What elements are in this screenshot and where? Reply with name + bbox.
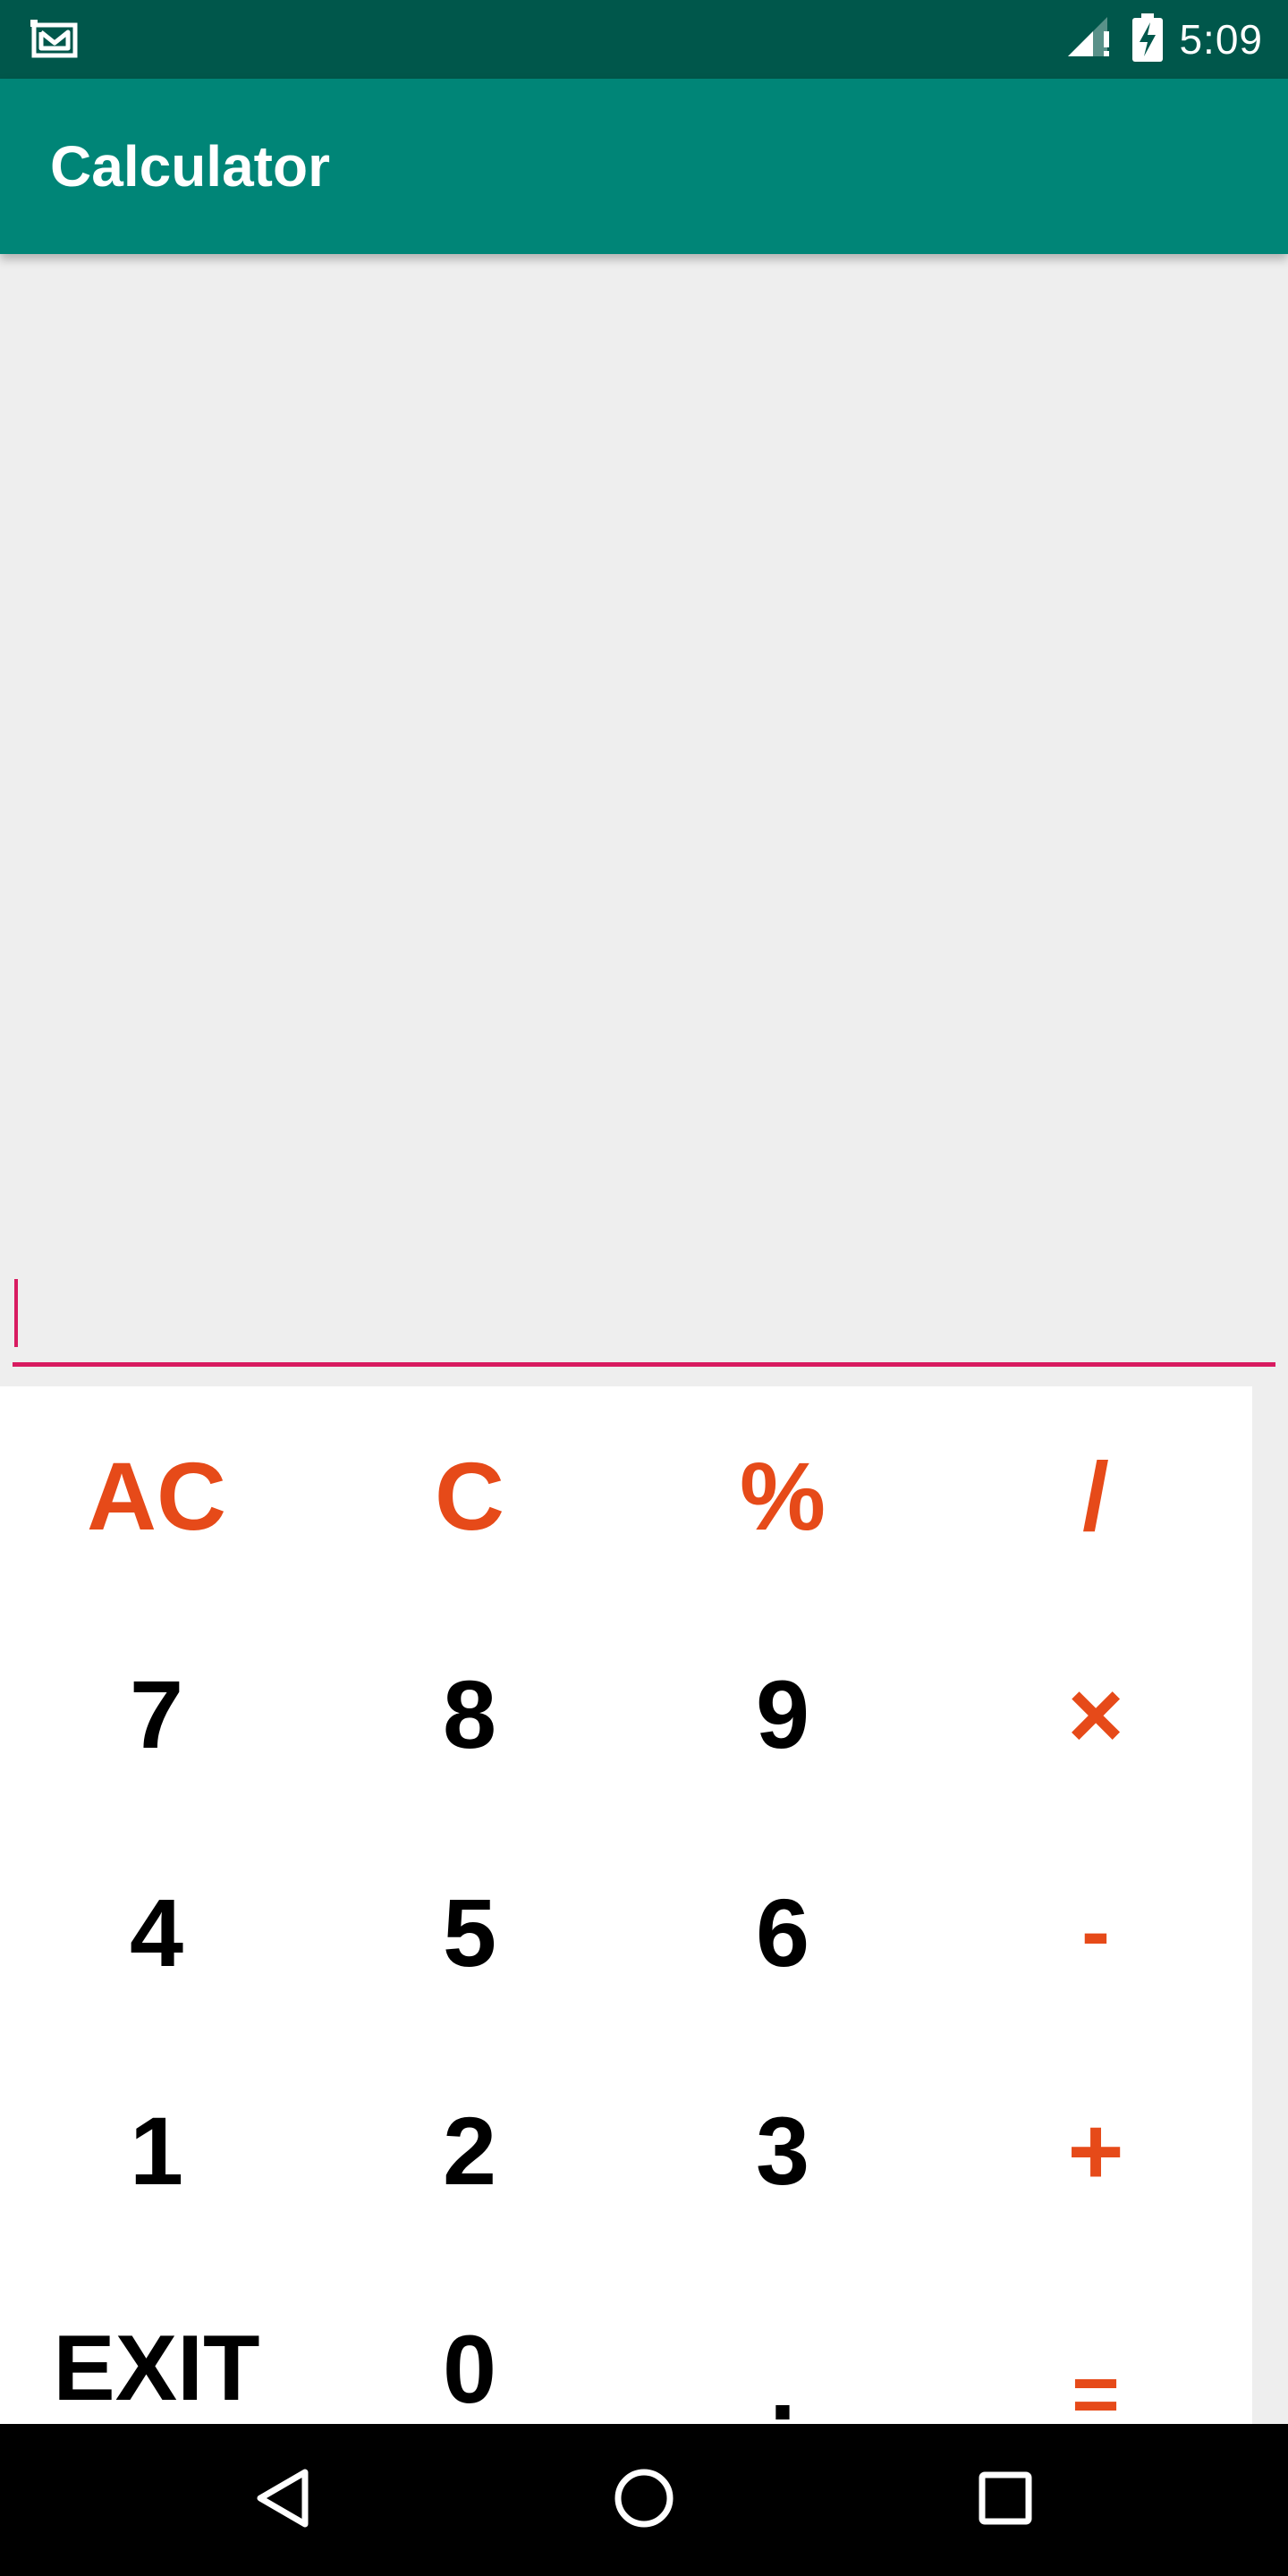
digit-5-button[interactable]: 5 <box>313 1823 626 2041</box>
add-button[interactable]: + <box>939 2041 1252 2259</box>
divide-button[interactable]: / <box>939 1386 1252 1605</box>
keypad: AC C%/7 8 9 × 4 5 6-1 2 3 + EXIT 0. = <box>0 1386 1252 2440</box>
back-button[interactable] <box>211 2424 354 2576</box>
app-title: Calculator <box>50 134 330 199</box>
back-icon <box>253 2467 312 2534</box>
recents-icon <box>978 2470 1033 2530</box>
navigation-bar <box>0 2424 1288 2576</box>
multiply-button[interactable]: × <box>939 1605 1252 1823</box>
digit-9-button[interactable]: 9 <box>626 1605 939 1823</box>
digit-4-button[interactable]: 4 <box>0 1823 313 2041</box>
recents-button[interactable] <box>934 2424 1077 2576</box>
clear-button[interactable]: C <box>313 1386 626 1605</box>
gmail-icon <box>30 18 79 59</box>
digit-3-button[interactable]: 3 <box>626 2041 939 2259</box>
all-clear-button[interactable]: AC <box>0 1386 313 1605</box>
status-bar: 5:09 <box>0 0 1288 79</box>
digit-8-button[interactable]: 8 <box>313 1605 626 1823</box>
digit-1-button[interactable]: 1 <box>0 2041 313 2259</box>
signal-alert-icon <box>1066 15 1116 64</box>
display-area <box>0 254 1288 1386</box>
home-icon <box>613 2467 675 2534</box>
battery-charging-icon <box>1132 13 1164 66</box>
text-cursor <box>14 1279 18 1347</box>
status-time: 5:09 <box>1179 16 1263 63</box>
digit-2-button[interactable]: 2 <box>313 2041 626 2259</box>
calculator-display-input[interactable] <box>13 1270 1275 1367</box>
home-button[interactable] <box>572 2424 716 2576</box>
percent-button[interactable]: % <box>626 1386 939 1605</box>
digit-7-button[interactable]: 7 <box>0 1605 313 1823</box>
app-bar: Calculator <box>0 79 1288 254</box>
digit-6-button[interactable]: 6 <box>626 1823 939 2041</box>
subtract-button[interactable]: - <box>939 1823 1252 2041</box>
